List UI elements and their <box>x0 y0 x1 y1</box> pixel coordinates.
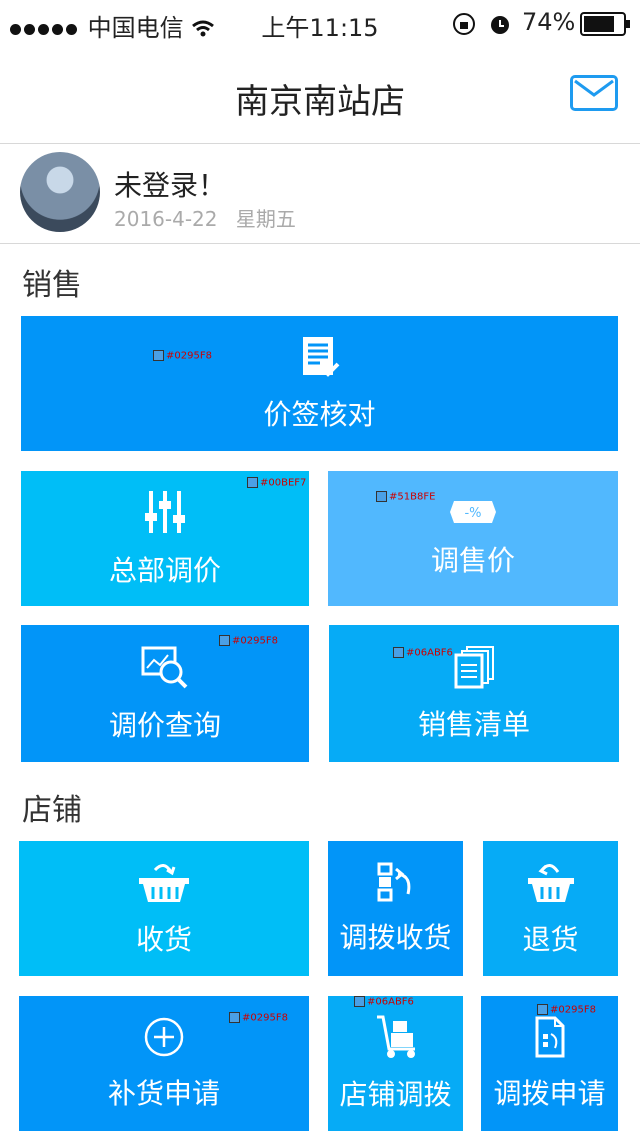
rotation-lock-icon <box>452 12 476 42</box>
tile-label: 调拨收货 <box>339 920 452 954</box>
header: 南京南站店 <box>0 44 640 144</box>
section-title-sales: 销售 <box>22 268 82 303</box>
tile-price-adjust-query[interactable]: 调价查询 #0295F8 <box>21 625 309 762</box>
tile-label: 调价查询 <box>108 708 221 742</box>
battery-icon <box>580 12 632 42</box>
tile-price-tag-check[interactable]: 价签核对 #0295F8 <box>21 316 618 451</box>
basket-in-icon <box>137 860 191 904</box>
tile-return-goods[interactable]: 退货 <box>483 841 618 976</box>
status-bar: 中国电信 上午11:15 74% <box>0 0 640 44</box>
hand-truck-icon <box>373 1015 419 1059</box>
tile-label: 调售价 <box>430 543 515 577</box>
date-line: 2016-4-22 星期五 <box>114 203 308 232</box>
document-transfer-icon <box>533 1016 567 1058</box>
weekday: 星期五 <box>235 207 296 231</box>
battery-percent: 74% <box>522 8 576 36</box>
color-tag: #51B8FE <box>376 491 435 503</box>
tile-adjust-sale-price[interactable]: -% 调售价 #51B8FE <box>328 471 618 606</box>
mail-icon[interactable] <box>570 75 618 111</box>
tile-label: 收货 <box>135 922 192 956</box>
color-tag: #0295F8 <box>229 1012 288 1024</box>
tile-hq-price-adjust[interactable]: 总部调价 #00BEF7 <box>21 471 309 606</box>
color-tag: #06ABF6 <box>354 996 414 1008</box>
tile-receive-goods[interactable]: 收货 <box>19 841 309 976</box>
svg-text:-%: -% <box>464 506 481 521</box>
plus-circle-icon <box>143 1016 185 1058</box>
color-tag: #00BEF7 <box>247 477 306 489</box>
tile-label: 价签核对 <box>263 397 376 431</box>
document-stack-icon <box>453 645 495 689</box>
page-title: 南京南站店 <box>235 82 405 122</box>
chart-search-icon <box>141 644 189 690</box>
tile-label: 调拨申请 <box>493 1076 606 1110</box>
tile-sales-list[interactable]: 销售清单 #06ABF6 <box>329 625 619 762</box>
checklist-icon <box>299 335 341 379</box>
tile-label: 补货申请 <box>107 1076 220 1110</box>
discount-tag-icon: -% <box>448 499 498 525</box>
tile-transfer-request[interactable]: 调拨申请 #0295F8 <box>481 996 618 1131</box>
tile-label: 退货 <box>522 922 579 956</box>
transfer-in-icon <box>376 862 416 902</box>
sliders-icon <box>143 489 187 535</box>
tile-transfer-receive[interactable]: 调拨收货 <box>328 841 463 976</box>
tile-replenish-request[interactable]: 补货申请 #0295F8 <box>19 996 309 1131</box>
section-title-store: 店铺 <box>22 793 82 828</box>
tile-store-transfer[interactable]: 店铺调拨 #06ABF6 <box>328 996 463 1131</box>
tile-label: 店铺调拨 <box>339 1077 452 1111</box>
login-status[interactable]: 未登录！ <box>114 164 226 204</box>
basket-return-icon <box>526 860 576 904</box>
color-tag: #0295F8 <box>153 350 212 362</box>
color-tag: #06ABF6 <box>393 647 453 659</box>
color-tag: #0295F8 <box>537 1004 596 1016</box>
tile-label: 销售清单 <box>417 707 530 741</box>
date: 2016-4-22 <box>114 207 218 231</box>
avatar[interactable] <box>20 152 100 232</box>
tile-label: 总部调价 <box>108 553 221 587</box>
alarm-icon <box>488 12 512 42</box>
color-tag: #0295F8 <box>219 635 278 647</box>
